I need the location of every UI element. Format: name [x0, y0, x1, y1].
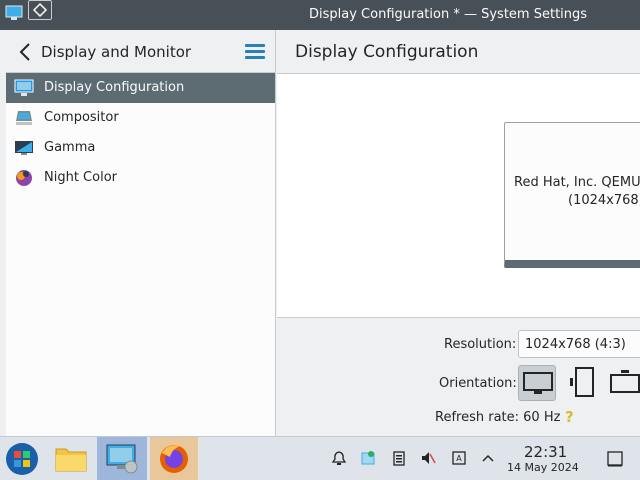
hamburger-menu-icon[interactable] — [245, 44, 265, 60]
back-arrow-icon[interactable] — [18, 42, 32, 62]
sidebar-item-label: Display Configuration — [44, 80, 185, 95]
sidebar-item-label: Gamma — [44, 140, 96, 155]
window-title: Display Configuration * — System Setting… — [309, 7, 588, 22]
question-mark-icon[interactable]: ? — [565, 408, 574, 426]
system-settings-icon — [106, 444, 138, 474]
resolution-dropdown[interactable]: 1024x768 (4:3) — [518, 330, 640, 358]
firefox-icon — [160, 445, 188, 473]
volume-muted-icon[interactable] — [420, 450, 436, 466]
system-settings-icon[interactable] — [5, 4, 23, 22]
resolution-label: Resolution: — [444, 337, 517, 352]
start-orb-icon — [6, 443, 38, 475]
monitor-name: Red Hat, Inc. QEMU M — [514, 175, 640, 190]
monitor-resolution: (1024x768) — [568, 193, 640, 208]
gamma-icon — [15, 141, 33, 155]
night-color-icon — [16, 170, 32, 186]
window-titlebar: Display Configuration * — System Setting… — [0, 0, 640, 30]
keep-above-button[interactable] — [28, 0, 52, 20]
svg-text:A: A — [456, 454, 462, 463]
input-method-icon[interactable]: A — [451, 450, 467, 466]
orientation-landscape-button[interactable] — [518, 365, 556, 401]
sidebar-header: Display and Monitor — [6, 30, 275, 73]
landscape-monitor-icon — [523, 372, 553, 394]
sidebar-item-compositor[interactable]: Compositor — [6, 103, 275, 133]
compositor-icon — [16, 111, 32, 125]
start-menu-button[interactable] — [0, 437, 46, 480]
sidebar-item-label: Compositor — [44, 110, 119, 125]
portrait-monitor-icon — [570, 367, 594, 397]
taskbar-file-manager-button[interactable] — [48, 437, 94, 480]
flipped-monitor-icon — [610, 370, 640, 393]
chevron-up-icon[interactable] — [480, 450, 496, 466]
folder-icon — [55, 448, 87, 472]
taskbar-firefox-button[interactable] — [150, 437, 198, 480]
orientation-flipped-button[interactable] — [606, 365, 640, 401]
taskbar-system-settings-button[interactable] — [97, 437, 147, 480]
sidebar-item-label: Night Color — [44, 170, 117, 185]
output-settings-panel: Resolution: 1024x768 (4:3) Orientation: … — [277, 318, 640, 436]
clipboard-icon[interactable] — [391, 450, 407, 466]
taskbar: A 22:31 14 May 2024 — [0, 436, 640, 480]
display-config-icon — [14, 79, 34, 96]
main-header: Display Configuration — [277, 30, 640, 74]
notification-bell-icon[interactable] — [331, 450, 347, 466]
page-title: Display Configuration — [295, 42, 479, 62]
monitor-output[interactable]: Red Hat, Inc. QEMU M (1024x768) — [504, 122, 640, 268]
orientation-label: Orientation: — [439, 376, 517, 391]
clock-time[interactable]: 22:31 — [524, 443, 567, 461]
show-desktop-icon[interactable] — [606, 450, 624, 468]
orientation-portrait-button[interactable] — [563, 365, 601, 401]
diamond-icon — [32, 2, 48, 18]
clock-date[interactable]: 14 May 2024 — [507, 461, 579, 474]
sidebar-item-display-configuration[interactable]: Display Configuration — [6, 73, 275, 103]
display-layout-canvas[interactable]: Red Hat, Inc. QEMU M (1024x768) — [277, 74, 640, 318]
sidebar-item-night-color[interactable]: Night Color — [6, 163, 275, 193]
sidebar-title: Display and Monitor — [41, 43, 192, 61]
sidebar-item-gamma[interactable]: Gamma — [6, 133, 275, 163]
sidebar: Display and Monitor Display Configuratio… — [6, 30, 276, 436]
update-manager-icon[interactable] — [360, 450, 376, 466]
refresh-rate-label: Refresh rate: 60 Hz — [435, 410, 561, 425]
